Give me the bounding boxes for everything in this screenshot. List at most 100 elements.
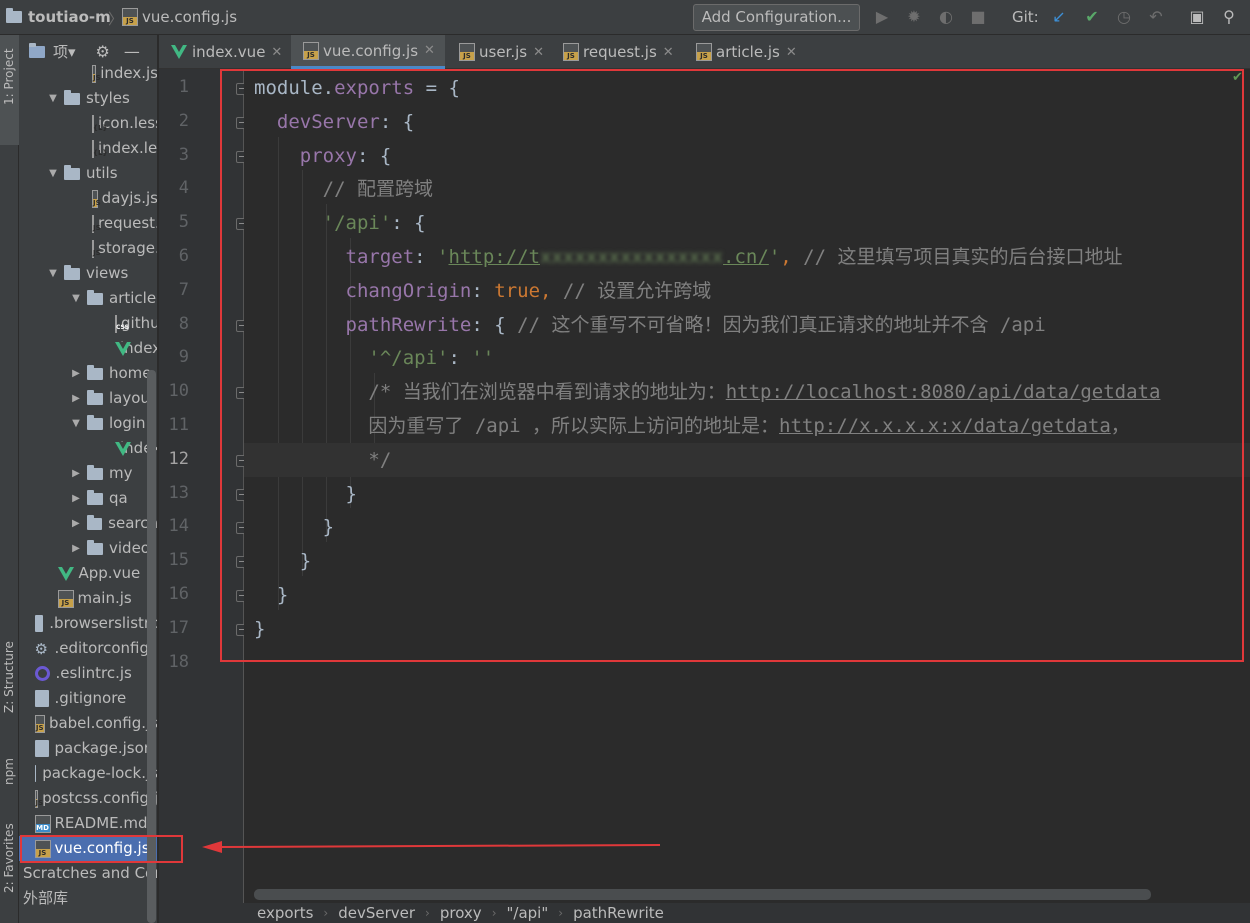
project-scrollbar[interactable] xyxy=(147,370,156,923)
tree-item[interactable]: icon.less xyxy=(19,111,157,136)
code-line[interactable]: } xyxy=(254,477,357,511)
tree-item[interactable]: index. xyxy=(19,336,157,361)
code-line[interactable]: // 配置跨域 xyxy=(254,172,433,206)
tree-item[interactable]: index. xyxy=(19,436,157,461)
coverage-icon[interactable]: ◐ xyxy=(937,8,955,26)
code-line[interactable]: 因为重写了 /api ，所以实际上访问的地址是：http://x.x.x.x:x… xyxy=(254,409,1129,443)
expand-arrow-icon[interactable]: ▼ xyxy=(46,86,60,111)
tree-item[interactable]: .eslintrc.js xyxy=(19,661,157,686)
code-editor[interactable]: module.exports = { devServer: { proxy: {… xyxy=(244,69,1250,903)
settings-icon[interactable]: ⚙ xyxy=(96,42,110,61)
tree-item[interactable]: dayjs.js xyxy=(19,186,157,211)
editor-tab[interactable]: article.js ✕ xyxy=(684,35,804,69)
add-configuration-button[interactable]: Add Configuration... xyxy=(693,4,860,31)
tree-item[interactable]: ⚙ .editorconfig xyxy=(19,636,157,661)
tree-item[interactable]: vue.config.js xyxy=(19,836,157,861)
project-view-dropdown[interactable]: 项▾ xyxy=(53,41,76,62)
tree-item[interactable]: ▶ search xyxy=(19,511,157,536)
tree-item[interactable]: ▶ video xyxy=(19,536,157,561)
close-tab-icon[interactable]: ✕ xyxy=(786,45,797,60)
code-line[interactable]: '/api': { xyxy=(254,206,426,240)
tree-item[interactable]: index.js xyxy=(19,61,157,86)
favorites-tool-tab[interactable]: 2: Favorites xyxy=(0,815,19,915)
editor-tab[interactable]: user.js ✕ xyxy=(447,35,549,69)
tree-item[interactable]: babel.config.js xyxy=(19,711,157,736)
tree-item[interactable]: 外部库 xyxy=(19,886,157,911)
tree-item[interactable]: index.less xyxy=(19,136,157,161)
editor-tab[interactable]: request.js ✕ xyxy=(551,35,682,69)
code-line[interactable]: } xyxy=(254,578,288,612)
code-line[interactable]: pathRewrite: { // 这个重写不可省略！因为我们真正请求的地址并不… xyxy=(254,308,1046,342)
stop-icon[interactable]: ■ xyxy=(969,8,987,26)
code-line[interactable]: changOrigin: true, // 设置允许跨域 xyxy=(254,274,712,308)
code-line[interactable]: '^/api': '' xyxy=(254,341,494,375)
tree-item[interactable]: App.vue xyxy=(19,561,157,586)
tree-item[interactable]: storage.js xyxy=(19,236,157,261)
git-update-icon[interactable]: ↙ xyxy=(1050,8,1068,26)
tree-item[interactable]: main.js xyxy=(19,586,157,611)
tree-item[interactable]: ▼ styles xyxy=(19,86,157,111)
git-commit-icon[interactable]: ✔ xyxy=(1083,8,1101,26)
close-tab-icon[interactable]: ✕ xyxy=(533,45,544,60)
code-line[interactable]: devServer: { xyxy=(254,105,414,139)
code-line[interactable]: proxy: { xyxy=(254,139,392,173)
tree-item[interactable]: Scratches and Con xyxy=(19,861,157,886)
breadcrumb-item[interactable]: "/api" xyxy=(507,904,549,922)
structure-tool-tab[interactable]: Z: Structure xyxy=(0,625,19,735)
editor-horizontal-scrollbar[interactable] xyxy=(254,889,1151,900)
expand-arrow-icon[interactable]: ▼ xyxy=(46,161,60,186)
tree-item[interactable]: request.js xyxy=(19,211,157,236)
terminal-icon[interactable]: ▣ xyxy=(1188,8,1206,26)
expand-arrow-icon[interactable]: ▼ xyxy=(69,411,83,436)
tree-item[interactable]: package-lock.js xyxy=(19,761,157,786)
tree-item[interactable]: .gitignore xyxy=(19,686,157,711)
expand-arrow-icon[interactable]: ▼ xyxy=(46,261,60,286)
code-line[interactable]: module.exports = { xyxy=(254,71,460,105)
tree-item[interactable]: package.json xyxy=(19,736,157,761)
search-icon[interactable]: ⚲ xyxy=(1220,8,1238,26)
collapse-arrow-icon[interactable]: ▶ xyxy=(69,386,83,411)
code-line[interactable]: } xyxy=(254,510,334,544)
tree-item[interactable]: postcss.config.j xyxy=(19,786,157,811)
close-tab-icon[interactable]: ✕ xyxy=(663,45,674,60)
tree-item[interactable]: ▼ login xyxy=(19,411,157,436)
editor-tab[interactable]: vue.config.js ✕ xyxy=(291,35,445,69)
tree-item[interactable]: ▼ utils xyxy=(19,161,157,186)
tree-item[interactable]: README.md xyxy=(19,811,157,836)
npm-tool-tab[interactable]: npm xyxy=(0,745,19,805)
tree-item[interactable]: ▶ my xyxy=(19,461,157,486)
collapse-arrow-icon[interactable]: ▶ xyxy=(69,361,83,386)
git-rollback-icon[interactable]: ↶ xyxy=(1147,8,1165,26)
breadcrumb-item[interactable]: proxy xyxy=(440,904,482,922)
debug-icon[interactable]: ✹ xyxy=(905,8,923,26)
code-line[interactable]: target: 'http://txxxxxxxxxxxxxxxx.cn/', … xyxy=(254,240,1123,274)
tree-item[interactable]: ▶ qa xyxy=(19,486,157,511)
tree-item[interactable]: ▼ views xyxy=(19,261,157,286)
git-history-icon[interactable]: ◷ xyxy=(1115,8,1133,26)
breadcrumb-item[interactable]: exports xyxy=(257,904,313,922)
breadcrumb-item[interactable]: devServer xyxy=(338,904,415,922)
tree-item[interactable]: .browserslistrc xyxy=(19,611,157,636)
code-line[interactable]: } xyxy=(254,544,311,578)
tree-item[interactable]: ▼ article xyxy=(19,286,157,311)
expand-arrow-icon[interactable]: ▼ xyxy=(69,286,83,311)
code-line[interactable]: */ xyxy=(244,442,1250,477)
collapse-arrow-icon[interactable]: ▶ xyxy=(69,511,83,536)
collapse-arrow-icon[interactable]: ▶ xyxy=(69,486,83,511)
collapse-arrow-icon[interactable]: ▶ xyxy=(69,536,83,561)
close-tab-icon[interactable]: ✕ xyxy=(424,43,435,58)
editor-tab[interactable]: index.vue ✕ xyxy=(159,35,289,69)
tree-item[interactable]: ▶ home xyxy=(19,361,157,386)
code-line[interactable]: /* 当我们在浏览器中看到请求的地址为：http://localhost:808… xyxy=(254,375,1160,409)
run-icon[interactable]: ▶ xyxy=(873,8,891,26)
breadcrumb-item[interactable]: pathRewrite xyxy=(573,904,664,922)
nav-project[interactable]: toutiao-m xyxy=(6,8,111,26)
hide-panel-icon[interactable]: — xyxy=(124,42,140,61)
close-tab-icon[interactable]: ✕ xyxy=(271,45,282,60)
collapse-arrow-icon[interactable]: ▶ xyxy=(69,461,83,486)
nav-file[interactable]: vue.config.js xyxy=(122,8,237,26)
code-line[interactable]: } xyxy=(254,612,265,646)
tree-item[interactable]: ▶ layout xyxy=(19,386,157,411)
project-tool-tab[interactable]: 1: Project xyxy=(0,35,19,145)
tree-item[interactable]: github xyxy=(19,311,157,336)
